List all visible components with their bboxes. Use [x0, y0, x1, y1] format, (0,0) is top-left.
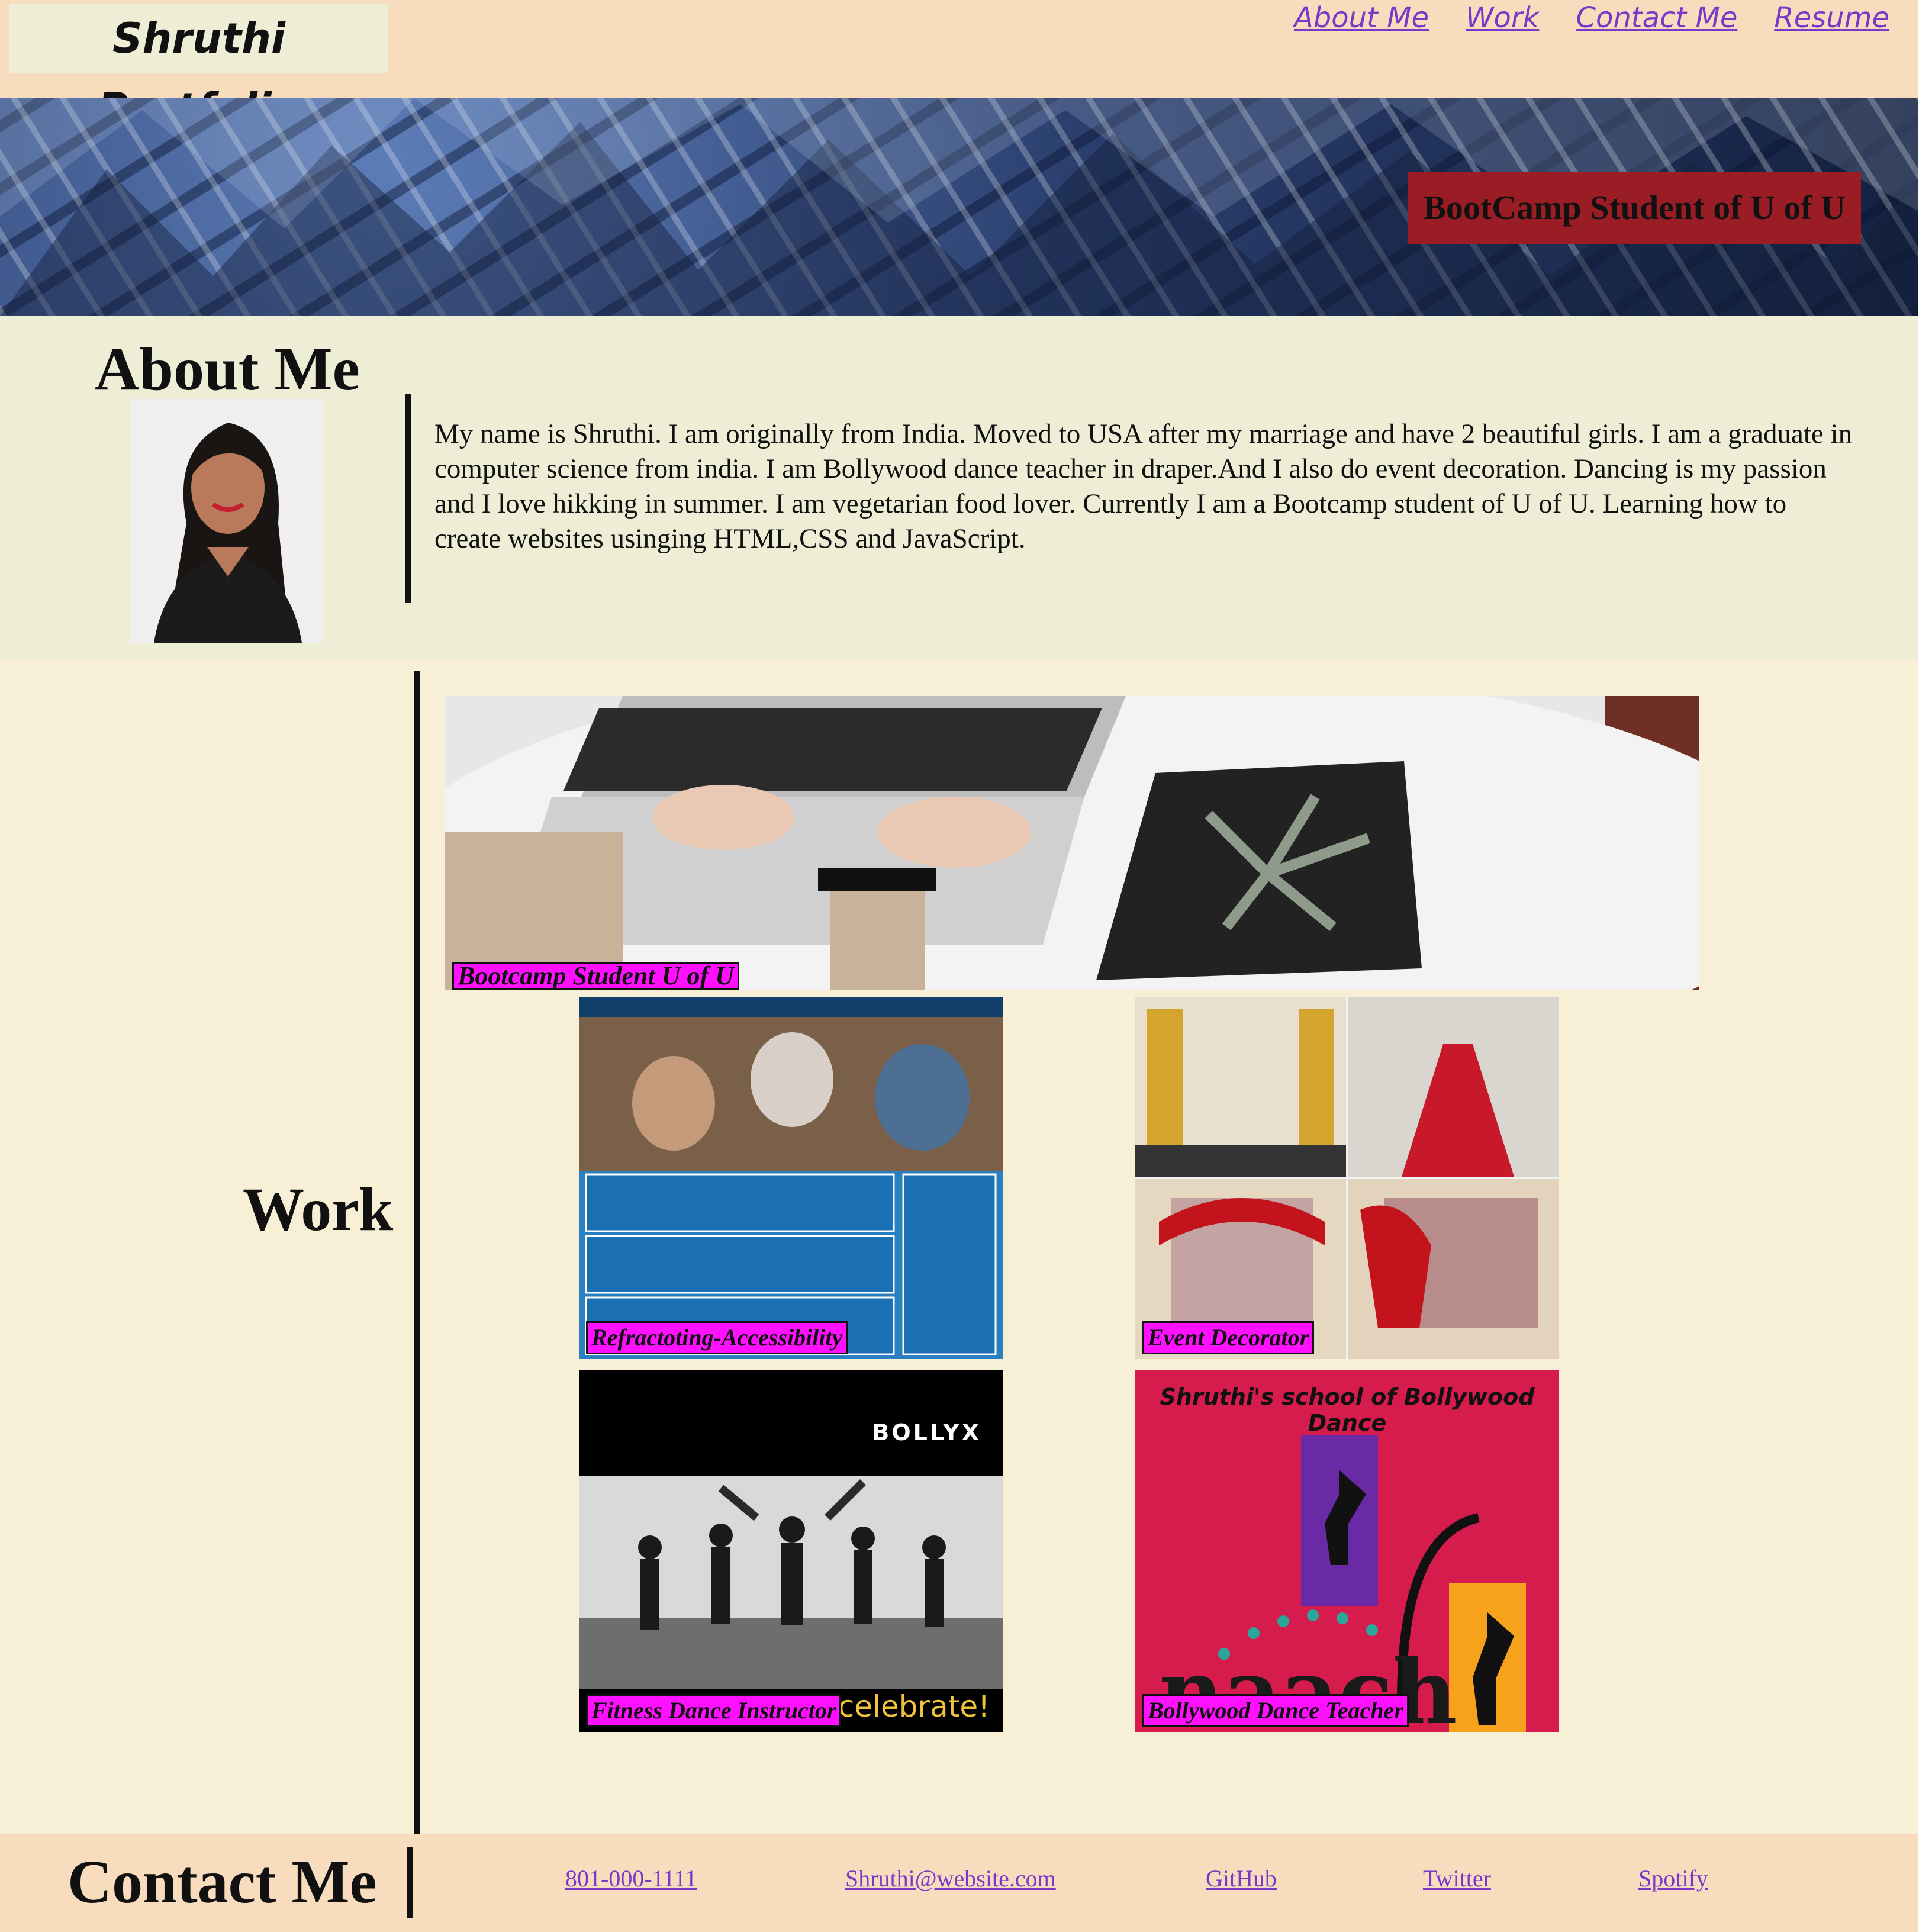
- featured-project-card[interactable]: Bootcamp Student U of U: [445, 696, 1699, 990]
- email-link[interactable]: Shruthi@website.com: [845, 1865, 1056, 1892]
- project-card-fitness-dance-instructor[interactable]: BOLLYX The best way to celebrate! Fitnes…: [579, 1370, 1003, 1732]
- about-divider: [405, 394, 411, 603]
- hero-badge: BootCamp Student of U of U: [1408, 172, 1861, 244]
- project-label: Refractoting-Accessibility: [586, 1321, 848, 1354]
- person-portrait-icon: [130, 399, 323, 643]
- site-header: Shruthi Portfolio About Me Work Contact …: [0, 0, 1918, 133]
- nav-link-contact-me[interactable]: Contact Me: [1576, 0, 1737, 36]
- project-card-event-decorator[interactable]: Event Decorator: [1135, 997, 1559, 1359]
- about-section: About Me My name is Shruthi. I am origin…: [0, 316, 1918, 659]
- nav-link-about-me[interactable]: About Me: [1294, 0, 1429, 36]
- webpage-screenshot-image: [579, 997, 1003, 1359]
- poster-heading: Shruthi's school of Bollywood Dance: [1160, 1384, 1535, 1436]
- work-heading: Work: [243, 1176, 394, 1244]
- project-card-bollywood-dance-teacher[interactable]: Shruthi's school of Bollywood Dance naac…: [1135, 1370, 1559, 1732]
- laptop-desk-image: [445, 696, 1699, 990]
- hero-banner: BootCamp Student of U of U: [0, 98, 1918, 316]
- work-divider: [414, 671, 420, 1835]
- contact-section: Contact Me 801-000-1111 Shruthi@website.…: [0, 1834, 1918, 1932]
- project-label: Event Decorator: [1142, 1321, 1315, 1354]
- portfolio-page: Shruthi Portfolio About Me Work Contact …: [0, 0, 1918, 1932]
- work-section: Work Bootcamp Student U of U Refractotin…: [0, 659, 1918, 1843]
- project-label: Bollywood Dance Teacher: [1142, 1694, 1409, 1727]
- about-heading: About Me: [95, 335, 360, 403]
- twitter-link[interactable]: Twitter: [1423, 1865, 1491, 1892]
- contact-heading: Contact Me: [67, 1848, 377, 1916]
- featured-project-label: Bootcamp Student U of U: [452, 962, 739, 990]
- github-link[interactable]: GitHub: [1206, 1865, 1277, 1892]
- top-nav: About Me Work Contact Me Resume: [1294, 0, 1889, 36]
- bollyx-logo: BOLLYX: [872, 1419, 981, 1445]
- about-text: My name is Shruthi. I am originally from…: [434, 418, 1853, 554]
- project-card-refactoring-accessibility[interactable]: Refractoting-Accessibility: [579, 997, 1003, 1359]
- phone-link[interactable]: 801-000-1111: [565, 1865, 697, 1892]
- brand-title: Shruthi Portfolio: [9, 4, 388, 133]
- project-label: Fitness Dance Instructor: [586, 1694, 842, 1727]
- spotify-link[interactable]: Spotify: [1638, 1865, 1708, 1892]
- nav-link-work[interactable]: Work: [1466, 0, 1539, 36]
- nav-link-resume[interactable]: Resume: [1774, 0, 1889, 36]
- event-decor-collage-image: [1135, 997, 1559, 1359]
- profile-photo: [130, 399, 323, 643]
- contact-divider: [407, 1847, 413, 1918]
